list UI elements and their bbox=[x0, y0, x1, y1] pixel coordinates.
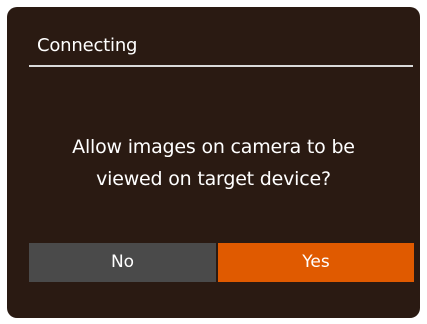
yes-button[interactable]: Yes bbox=[218, 243, 414, 282]
message-line-1: Allow images on camera to be bbox=[72, 136, 355, 158]
dialog-message: Allow images on camera to be viewed on t… bbox=[7, 131, 420, 195]
camera-screen: Connecting Allow images on camera to be … bbox=[7, 7, 420, 318]
no-button[interactable]: No bbox=[29, 243, 216, 282]
message-line-2: viewed on target device? bbox=[96, 168, 331, 190]
dialog-title: Connecting bbox=[37, 35, 138, 56]
title-divider bbox=[29, 65, 413, 67]
